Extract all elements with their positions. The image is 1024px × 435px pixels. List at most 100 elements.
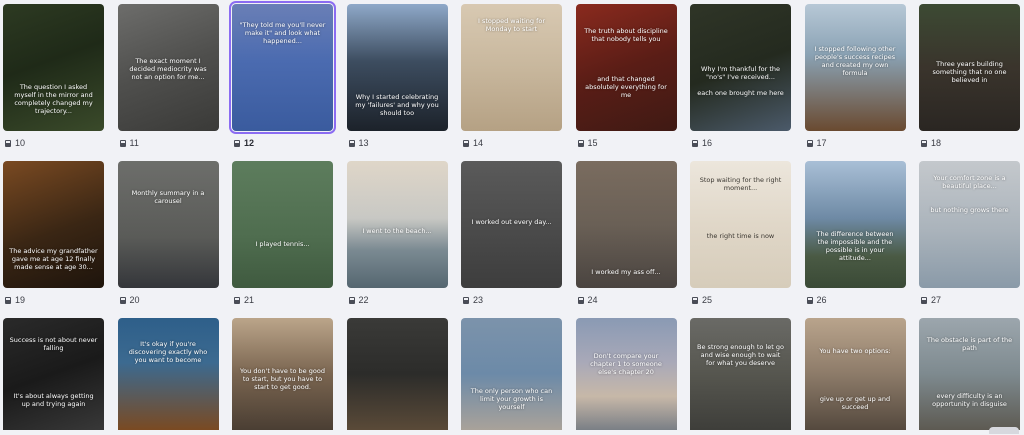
page-number: 10 [15, 138, 26, 148]
thumbnail-text: Why I started celebrating my 'failures' … [355, 92, 439, 117]
page-thumbnail[interactable]: The only person who can limit your growt… [461, 318, 562, 430]
page-card: The difference between the impossible an… [804, 161, 906, 318]
page-thumbnail[interactable]: The difference between the impossible an… [804, 161, 906, 288]
thumbnail-text: Stop waiting for the right moment... the… [699, 176, 782, 241]
page-card: Why I started celebrating my 'failures' … [346, 4, 448, 161]
page-card: Success is not about never falling It's … [3, 318, 104, 430]
page-icon [119, 296, 126, 304]
thumbnail-text: The advice my grandfather gave me at age… [9, 247, 98, 272]
thumbnail-text: I stopped following other people's succe… [814, 44, 896, 77]
page-number: 20 [129, 295, 140, 305]
page-number-label: 22 [348, 294, 369, 306]
page-card: Be strong enough to let go and wise enou… [690, 318, 791, 430]
page-card: The advice my grandfather gave me at age… [3, 161, 104, 318]
page-icon [234, 296, 240, 304]
thumbnail-text: I stopped waiting for Monday to start [477, 16, 546, 33]
page-card: You have two options: give up or get up … [804, 318, 906, 430]
page-thumbnail[interactable]: The advice my grandfather gave me at age… [3, 161, 104, 288]
thumbnail-text: Your comfort zone is a beautiful place..… [930, 173, 1009, 214]
page-card: Monthly summary in a carousel 20 [117, 161, 219, 318]
page-card: Your comfort zone is a beautiful place..… [919, 161, 1020, 318]
thumbnail-text: I worked out every day... [471, 218, 552, 227]
page-number-label: 13 [348, 137, 369, 149]
page-thumbnail[interactable]: I played tennis... [232, 161, 333, 288]
page-thumbnail[interactable]: I stopped waiting for Monday to start [461, 4, 562, 131]
thumbnail-text: The question I asked myself in the mirro… [14, 82, 93, 115]
page-thumbnail[interactable]: Success is not about never falling It's … [3, 318, 104, 430]
page-card: Stop waiting for the right moment... the… [690, 161, 791, 318]
page-card: Don't compare your chapter 1 to someone … [575, 318, 677, 430]
thumbnail-text: You don't have to be good to start, but … [240, 367, 325, 392]
thumbnail-text: "They told me you'll never make it" and … [239, 20, 326, 45]
page-number: 21 [244, 295, 255, 305]
page-thumbnail[interactable]: Monthly summary in a carousel [117, 161, 219, 288]
page-icon [921, 139, 927, 147]
page-thumbnail[interactable]: Be strong enough to let go and wise enou… [690, 318, 791, 430]
page-card: I played tennis... 21 [232, 161, 333, 318]
page-thumbnail[interactable]: You have two options: give up or get up … [804, 318, 906, 430]
page-card: I worked my ass off... 24 [575, 161, 677, 318]
page-number-label: 15 [577, 137, 598, 149]
page-card: The obstacle is part of the path every d… [919, 318, 1020, 430]
page-thumbnail[interactable]: Don't compare your chapter 1 to someone … [575, 318, 677, 430]
thumbnail-text: Monthly summary in a carousel [131, 188, 205, 205]
page-number-label: 11 [119, 137, 139, 149]
page-thumbnail[interactable]: The question I asked myself in the mirro… [3, 4, 104, 131]
page-thumbnail[interactable]: I worked my ass off... [575, 161, 677, 288]
page-thumbnail[interactable]: Three years building something that no o… [919, 4, 1020, 131]
page-icon [5, 296, 11, 304]
page-thumbnail[interactable]: Why I started celebrating my 'failures' … [346, 4, 448, 131]
page-thumbnail[interactable]: Stop waiting for the right moment... the… [690, 161, 791, 288]
page-number: 24 [587, 295, 598, 305]
page-thumbnail[interactable]: The truth about discipline that nobody t… [575, 4, 677, 131]
page-thumbnail[interactable]: I stopped following other people's succe… [804, 4, 906, 131]
page-number: 27 [931, 295, 942, 305]
page-number: 19 [15, 295, 26, 305]
page-icon [577, 139, 584, 147]
page-thumbnail[interactable]: You don't have to be good to start, but … [232, 318, 333, 430]
page-thumbnail[interactable]: "They told me you'll never make it" and … [229, 1, 336, 134]
page-number: 23 [473, 295, 484, 305]
page-thumbnail[interactable]: Why I'm thankful for the "no's" I've rec… [690, 4, 791, 131]
page-number-label: 25 [692, 294, 712, 306]
page-number: 13 [358, 138, 369, 148]
thumbnail-text: The truth about discipline that nobody t… [584, 26, 668, 99]
page-thumbnail[interactable]: I worked out every day... [461, 161, 562, 288]
thumbnail-text: Three years building something that no o… [932, 59, 1007, 84]
page-thumbnail[interactable]: I went to the beach... [346, 161, 448, 288]
page-thumbnail[interactable]: Your comfort zone is a beautiful place..… [919, 161, 1020, 288]
page-icon [348, 296, 355, 304]
page-thumbnail[interactable]: It's okay if you're discovering exactly … [117, 318, 219, 430]
page-number: 14 [473, 138, 484, 148]
page-number: 18 [931, 138, 942, 148]
page-card: "They told me you'll never make it" and … [229, 1, 336, 161]
page-thumbnail[interactable]: The exact moment I decided mediocrity wa… [117, 4, 219, 131]
thumbnail-text: I went to the beach... [362, 227, 432, 236]
page-number: 17 [816, 138, 827, 148]
page-number-label: 19 [5, 294, 25, 306]
page-icon [463, 296, 469, 304]
page-card: Why I'm thankful for the "no's" I've rec… [690, 4, 791, 161]
page-icon [119, 139, 126, 147]
page-thumbnail[interactable]: The obstacle is part of the path every d… [919, 318, 1020, 430]
page-number: 11 [129, 138, 139, 148]
page-number: 22 [358, 295, 369, 305]
page-number-label: 17 [806, 137, 827, 149]
page-icon [806, 139, 813, 147]
thumbnail-text: The exact moment I decided mediocrity wa… [129, 57, 207, 82]
page-card: I worked out every day... 23 [461, 161, 562, 318]
page-card: The truth about discipline that nobody t… [575, 4, 677, 161]
thumbnail-text: The only person who can limit your growt… [470, 387, 553, 412]
page-number-label: 12 [234, 137, 254, 149]
page-icon [463, 139, 469, 147]
page-thumbnail[interactable] [346, 318, 448, 430]
page-icon [692, 296, 698, 304]
page-icon [5, 139, 11, 147]
thumbnail-text: Don't compare your chapter 1 to someone … [590, 351, 662, 376]
thumbnail-text: Why I'm thankful for the "no's" I've rec… [697, 64, 784, 97]
page-icon [348, 139, 355, 147]
page-number-label: 24 [577, 294, 598, 306]
page-card: The question I asked myself in the mirro… [3, 4, 104, 161]
zoom-indicator[interactable] [989, 427, 1019, 434]
page-card: Three years building something that no o… [919, 4, 1020, 161]
